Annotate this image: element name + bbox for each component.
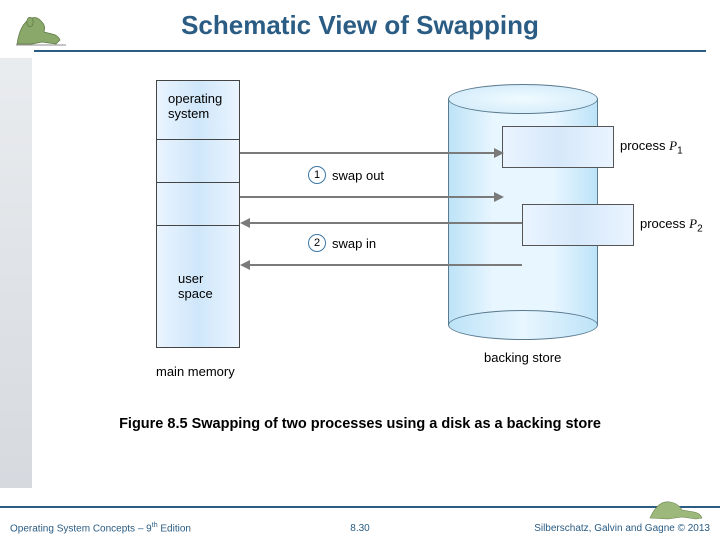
swap-out-arrow-head-2 bbox=[494, 192, 504, 202]
swap-out-arrow-head bbox=[494, 148, 504, 158]
swap-in-arrow-line-2 bbox=[250, 264, 522, 266]
swap-in-arrow-line bbox=[250, 222, 522, 224]
swap-in-arrow-head bbox=[240, 218, 250, 228]
footer-line bbox=[0, 506, 720, 508]
memory-divider-3 bbox=[157, 225, 239, 226]
swap-out-arrow-line-2 bbox=[240, 196, 496, 198]
os-label: operating system bbox=[168, 92, 222, 122]
process-p2-box bbox=[522, 204, 634, 246]
dinosaur-footer-icon bbox=[646, 492, 706, 522]
user-space-label: user space bbox=[178, 272, 213, 302]
slide-header: Schematic View of Swapping bbox=[0, 0, 720, 58]
slide-title: Schematic View of Swapping bbox=[0, 10, 720, 41]
process-p1-label: process P1 bbox=[620, 138, 683, 157]
swap-in-label: swap in bbox=[332, 236, 376, 251]
swap-out-label: swap out bbox=[332, 168, 384, 183]
figure-caption: Figure 8.5 Swapping of two processes usi… bbox=[0, 416, 720, 432]
process-p1-box bbox=[502, 126, 614, 168]
memory-divider-1 bbox=[157, 139, 239, 140]
cylinder-top bbox=[448, 84, 598, 114]
main-memory-label: main memory bbox=[156, 364, 235, 379]
backing-store-label: backing store bbox=[484, 350, 561, 365]
footer-copyright: Silberschatz, Galvin and Gagne © 2013 bbox=[534, 523, 710, 534]
slide-footer: Operating System Concepts – 9th Edition … bbox=[0, 506, 720, 540]
swap-in-arrow-head-2 bbox=[240, 260, 250, 270]
process-p2-label: process P2 bbox=[640, 216, 703, 235]
swap-in-badge: 2 bbox=[308, 234, 326, 252]
swapping-diagram: operating system user space main memory … bbox=[60, 74, 680, 404]
swap-out-arrow-line bbox=[240, 152, 496, 154]
memory-divider-2 bbox=[157, 182, 239, 183]
swap-out-badge: 1 bbox=[308, 166, 326, 184]
title-underline bbox=[34, 50, 706, 52]
cylinder-bottom bbox=[448, 310, 598, 340]
